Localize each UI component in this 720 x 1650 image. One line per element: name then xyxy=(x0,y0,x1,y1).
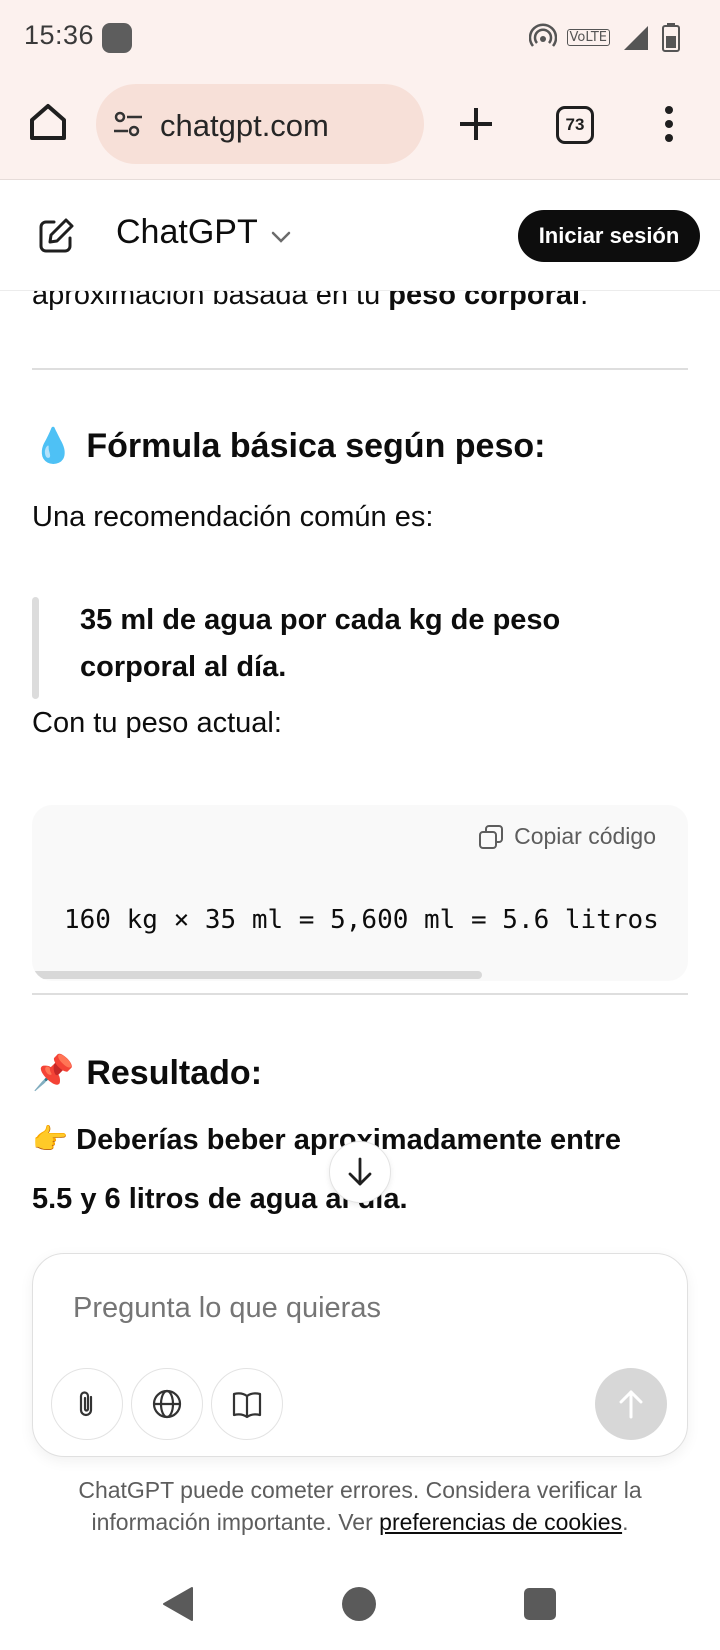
search-web-button[interactable] xyxy=(131,1368,203,1440)
battery-icon xyxy=(662,23,680,52)
arrow-down-icon xyxy=(348,1157,372,1186)
hotspot-icon xyxy=(528,23,557,47)
droplet-icon: 💧 xyxy=(32,427,75,465)
notification-icon xyxy=(102,23,132,53)
model-selector-title[interactable]: ChatGPT xyxy=(116,213,258,252)
pointing-hand-icon: 👉 xyxy=(32,1124,69,1156)
prompt-input[interactable] xyxy=(73,1292,633,1325)
heading-result: 📌 Resultado: xyxy=(32,1053,262,1093)
arrow-up-icon xyxy=(619,1390,643,1419)
code-scrollbar[interactable] xyxy=(32,971,482,979)
intro-bold: peso corporal xyxy=(388,291,581,311)
current-weight-text: Con tu peso actual: xyxy=(32,707,282,739)
send-button[interactable] xyxy=(595,1368,667,1440)
intro-end: . xyxy=(580,291,589,311)
scroll-to-bottom-button[interactable] xyxy=(329,1141,391,1203)
chevron-down-icon[interactable] xyxy=(268,227,294,247)
status-icons: VoLTE xyxy=(528,20,680,54)
intro-text: aproximación basada en tu peso corporal. xyxy=(32,291,588,312)
composer xyxy=(32,1253,688,1457)
open-book-icon xyxy=(232,1392,262,1419)
code-text: 160 kg × 35 ml = 5,600 ml = 5.6 litros xyxy=(64,905,659,935)
heading-formula-text: Fórmula básica según peso: xyxy=(86,426,546,465)
home-nav-button[interactable] xyxy=(342,1587,376,1621)
divider xyxy=(32,993,688,995)
browser-toolbar: chatgpt.com 73 xyxy=(0,76,720,180)
paperclip-icon xyxy=(79,1391,93,1417)
copy-code-button[interactable]: Copiar código xyxy=(478,823,656,850)
blockquote: 35 ml de agua por cada kg de peso corpor… xyxy=(32,597,672,699)
cookie-preferences-link[interactable]: preferencias de cookies xyxy=(379,1509,622,1535)
recents-nav-button[interactable] xyxy=(524,1588,556,1620)
volte-icon: VoLTE xyxy=(566,28,610,46)
address-bar[interactable]: chatgpt.com xyxy=(96,84,424,164)
url-text[interactable]: chatgpt.com xyxy=(160,108,329,144)
pushpin-icon: 📌 xyxy=(32,1054,75,1092)
attach-button[interactable] xyxy=(51,1368,123,1440)
study-button[interactable] xyxy=(211,1368,283,1440)
recommend-text: Una recomendación común es: xyxy=(32,501,434,533)
result-text: 👉 Deberías beber aproximadamente entre xyxy=(32,1123,621,1157)
home-icon[interactable] xyxy=(26,100,70,144)
blockquote-bar xyxy=(32,597,39,699)
copy-code-label: Copiar código xyxy=(514,823,656,849)
globe-icon xyxy=(152,1389,182,1419)
signal-icon xyxy=(624,26,648,50)
disclaimer: ChatGPT puede cometer errores. Considera… xyxy=(40,1474,680,1538)
status-bar: 15:36 VoLTE xyxy=(0,0,720,76)
new-tab-icon[interactable] xyxy=(456,104,496,144)
disclaimer-end: . xyxy=(622,1509,629,1535)
site-settings-icon[interactable] xyxy=(112,108,144,140)
new-chat-icon[interactable] xyxy=(34,214,78,258)
code-block: Copiar código 160 kg × 35 ml = 5,600 ml … xyxy=(32,805,688,981)
copy-icon xyxy=(479,824,504,849)
heading-formula: 💧 Fórmula básica según peso: xyxy=(32,426,545,466)
heading-result-text: Resultado: xyxy=(86,1053,263,1092)
app-header: ChatGPT Iniciar sesión xyxy=(0,181,720,291)
login-button[interactable]: Iniciar sesión xyxy=(518,210,700,262)
status-time: 15:36 xyxy=(24,20,95,50)
more-menu-icon[interactable] xyxy=(654,104,684,144)
tab-count: 73 xyxy=(565,115,585,134)
system-nav-bar xyxy=(0,1556,720,1650)
divider xyxy=(32,368,688,370)
back-icon[interactable] xyxy=(162,1586,194,1622)
blockquote-text: 35 ml de agua por cada kg de peso corpor… xyxy=(80,604,561,683)
intro-plain: aproximación basada en tu xyxy=(32,291,389,311)
tab-switcher-button[interactable]: 73 xyxy=(556,106,594,144)
